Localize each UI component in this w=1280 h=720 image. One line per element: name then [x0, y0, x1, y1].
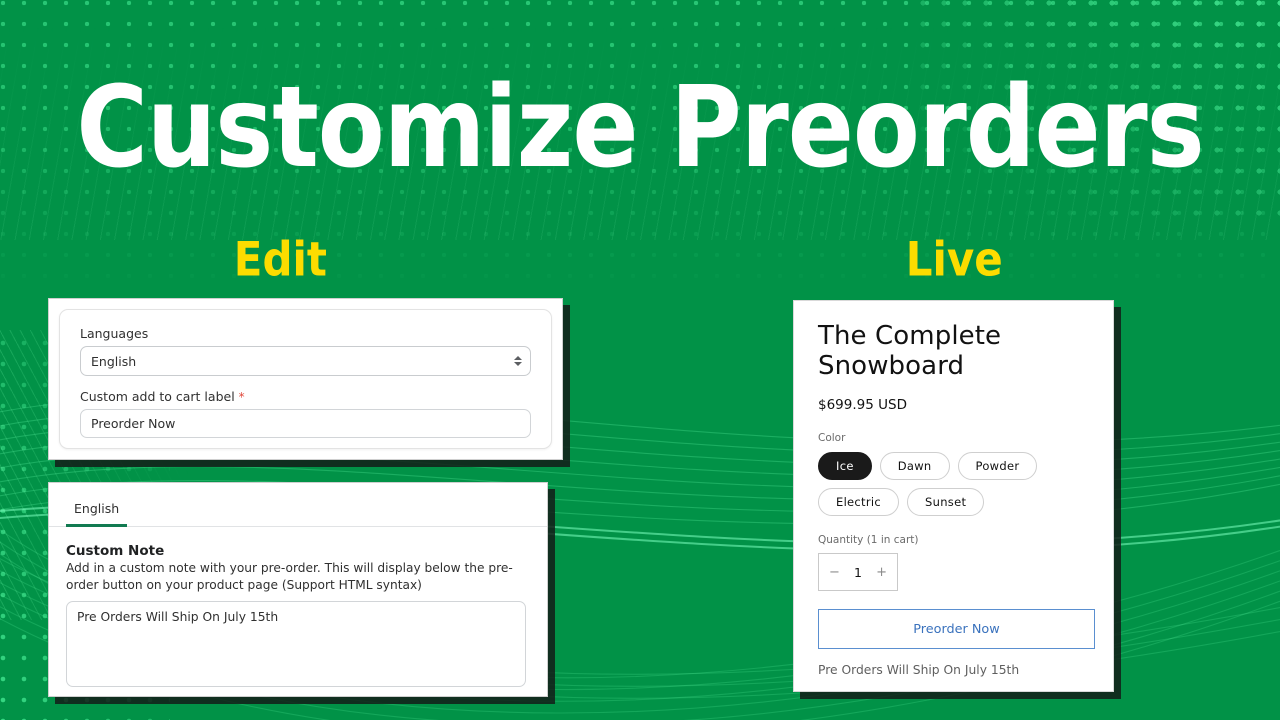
- settings-card-custom-note: English Custom Note Add in a custom note…: [48, 482, 548, 697]
- product-title: The Complete Snowboard: [818, 321, 1002, 382]
- color-swatch[interactable]: Powder: [957, 452, 1038, 481]
- tab-english[interactable]: English: [66, 501, 128, 527]
- quantity-decrease-button[interactable]: −: [829, 565, 840, 580]
- hero-banner: Customize Preorders Edit Live Languages …: [0, 0, 1280, 720]
- custom-note-textarea[interactable]: Pre Orders Will Ship On July 15th: [66, 600, 526, 687]
- language-tabs: English: [49, 483, 547, 527]
- color-swatch-group: Ice Dawn Powder Electric Sunset: [818, 452, 1089, 517]
- color-swatch[interactable]: Electric: [818, 488, 900, 517]
- page-title: Customize Preorders: [76, 62, 1204, 193]
- required-asterisk-icon: *: [238, 390, 245, 404]
- cart-label-text: Custom add to cart label: [80, 389, 235, 404]
- settings-card-language: Languages English Custom add to cart lab…: [48, 298, 563, 460]
- preorder-now-button[interactable]: Preorder Now: [818, 609, 1095, 650]
- column-heading-live: Live: [905, 232, 1003, 288]
- custom-note-heading: Custom Note: [66, 543, 165, 559]
- shipping-note: Pre Orders Will Ship On July 15th: [818, 663, 1020, 678]
- column-heading-edit: Edit: [233, 232, 328, 288]
- cart-label-label: Custom add to cart label *: [80, 389, 531, 404]
- quantity-value[interactable]: 1: [854, 565, 862, 580]
- custom-note-description: Add in a custom note with your pre-order…: [66, 561, 513, 592]
- product-preview-card: The Complete Snowboard $699.95 USD Color…: [793, 300, 1114, 692]
- quantity-label: Quantity (1 in cart): [818, 534, 919, 547]
- languages-select[interactable]: English: [80, 346, 531, 376]
- chevron-updown-icon: [514, 356, 522, 366]
- product-price: $699.95 USD: [818, 397, 907, 414]
- color-swatch[interactable]: Sunset: [907, 488, 985, 517]
- quantity-stepper[interactable]: − 1 +: [818, 553, 898, 592]
- quantity-increase-button[interactable]: +: [876, 565, 887, 580]
- cart-label-input[interactable]: Preorder Now: [80, 409, 531, 438]
- languages-label: Languages: [80, 326, 149, 341]
- languages-select-wrapper[interactable]: English: [80, 346, 531, 376]
- color-swatch[interactable]: Dawn: [879, 452, 950, 481]
- color-swatch[interactable]: Ice: [818, 452, 872, 481]
- color-option-label: Color: [818, 432, 846, 445]
